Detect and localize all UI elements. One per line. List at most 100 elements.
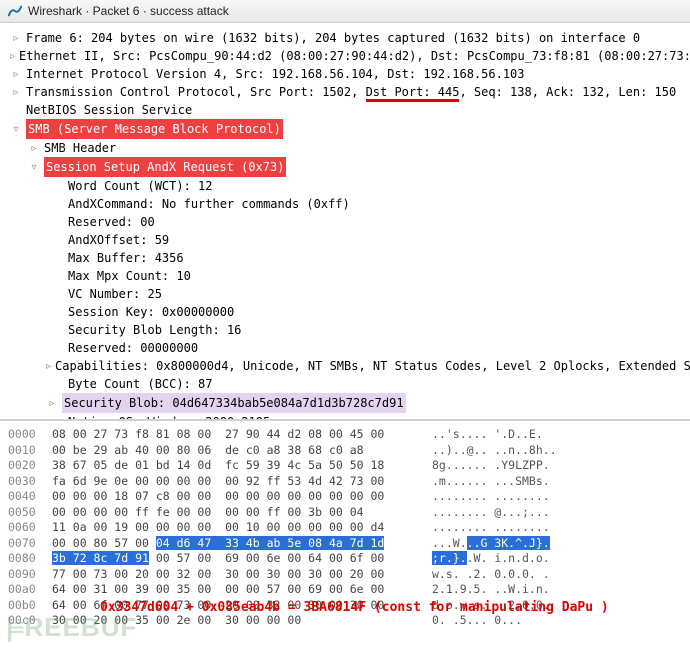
tree-label: Max Buffer: 4356 — [68, 249, 184, 267]
hex-bytes: 64 00 31 00 39 00 35 00 00 00 57 00 69 0… — [52, 582, 422, 598]
hex-bytes: 3b 72 8c 7d 91 00 57 00 69 00 6e 00 64 0… — [52, 551, 422, 567]
tree-label: Session Setup AndX Request (0x73) — [44, 157, 286, 177]
tree-row[interactable]: ▹ Transmission Control Protocol, Src Port… — [10, 83, 686, 101]
expander-icon[interactable]: ▿ — [10, 122, 22, 137]
expander-icon[interactable]: ▹ — [28, 141, 40, 156]
tree-row[interactable]: ▹ SMB Header — [10, 139, 686, 157]
tree-row[interactable]: ▹ Security Blob: 04d647334bab5e084a7d1d3b… — [10, 393, 686, 413]
tree-label: Native OS: Windows 2000 2195 — [68, 413, 270, 421]
tree-label: Ethernet II, Src: PcsCompu_90:44:d2 (08:… — [19, 47, 690, 65]
expander-icon[interactable]: ▹ — [46, 359, 51, 374]
tree-label: AndXOffset: 59 — [68, 231, 169, 249]
hex-offset: 0030 — [8, 474, 42, 490]
hex-row[interactable]: 0030 fa 6d 9e 0e 00 00 00 00 00 92 ff 53 … — [8, 474, 682, 490]
titlebar: Wireshark · Packet 6 · success attack — [0, 0, 690, 23]
expander-icon[interactable]: ▿ — [28, 160, 40, 175]
hex-bytes: 00 00 80 57 00 04 d6 47 33 4b ab 5e 08 4… — [52, 536, 422, 552]
tree-row[interactable]: ▹Capabilities: 0x800000d4, Unicode, NT S… — [10, 357, 686, 375]
tree-row[interactable]: VC Number: 25 — [10, 285, 686, 303]
hex-offset: 00b0 — [8, 598, 42, 614]
hex-bytes: 77 00 73 00 20 00 32 00 30 00 30 00 30 0… — [52, 567, 422, 583]
tree-row[interactable]: Reserved: 00000000 — [10, 339, 686, 357]
tree-label: Max Mpx Count: 10 — [68, 267, 191, 285]
expander-icon[interactable]: ▹ — [10, 67, 22, 82]
packet-details-tree[interactable]: ▹ Frame 6: 204 bytes on wire (1632 bits),… — [0, 23, 690, 421]
hex-bytes: 00 be 29 ab 40 00 80 06 de c0 a8 38 68 c… — [52, 443, 422, 459]
tree-label: Byte Count (BCC): 87 — [68, 375, 213, 393]
hex-ascii: ........ ........ — [432, 520, 550, 536]
tree-label: Transmission Control Protocol, Src Port:… — [26, 83, 676, 101]
tree-label: SMB Header — [44, 139, 116, 157]
tree-row[interactable]: Security Blob Length: 16 — [10, 321, 686, 339]
hex-offset: 0060 — [8, 520, 42, 536]
hex-row[interactable]: 0040 00 00 00 18 07 c8 00 00 00 00 00 00 … — [8, 489, 682, 505]
hex-row[interactable]: 0060 11 0a 00 19 00 00 00 00 00 10 00 00 … — [8, 520, 682, 536]
hex-ascii: 2.1.9.5. ..W.i.n. — [432, 582, 550, 598]
tree-row[interactable]: Byte Count (BCC): 87 — [10, 375, 686, 393]
tree-label: Security Blob Length: 16 — [68, 321, 241, 339]
hex-bytes: 08 00 27 73 f8 81 08 00 27 90 44 d2 08 0… — [52, 427, 422, 443]
tree-row[interactable]: AndXOffset: 59 — [10, 231, 686, 249]
hex-row[interactable]: 00a0 64 00 31 00 39 00 35 00 00 00 57 00 … — [8, 582, 682, 598]
tree-row[interactable]: ▹ Internet Protocol Version 4, Src: 192.1… — [10, 65, 686, 83]
hex-bytes: 00 00 00 18 07 c8 00 00 00 00 00 00 00 0… — [52, 489, 422, 505]
tree-row[interactable]: Reserved: 00 — [10, 213, 686, 231]
tree-row[interactable]: Native OS: Windows 2000 2195 — [10, 413, 686, 421]
tree-row[interactable]: Session Key: 0x00000000 — [10, 303, 686, 321]
hex-ascii: ..'s.... '.D..E. — [432, 427, 543, 443]
hex-row[interactable]: 0080 3b 72 8c 7d 91 00 57 00 69 00 6e 00 … — [8, 551, 682, 567]
tree-row[interactable]: Max Buffer: 4356 — [10, 249, 686, 267]
hex-bytes: 11 0a 00 19 00 00 00 00 00 10 00 00 00 0… — [52, 520, 422, 536]
tree-row[interactable]: ▹ Frame 6: 204 bytes on wire (1632 bits),… — [10, 29, 686, 47]
tree-label: SMB (Server Message Block Protocol) — [26, 119, 283, 139]
hex-offset: 0020 — [8, 458, 42, 474]
tree-row[interactable]: ▿ Session Setup AndX Request (0x73) — [10, 157, 686, 177]
tree-label: Internet Protocol Version 4, Src: 192.16… — [26, 65, 525, 83]
tree-label: Frame 6: 204 bytes on wire (1632 bits), … — [26, 29, 640, 47]
tree-label: Security Blob: 04d647334bab5e084a7d1d3b7… — [62, 393, 406, 413]
hex-bytes: 38 67 05 de 01 bd 14 0d fc 59 39 4c 5a 5… — [52, 458, 422, 474]
hex-bytes: 00 00 00 00 ff fe 00 00 00 00 ff 00 3b 0… — [52, 505, 422, 521]
tree-row[interactable]: NetBIOS Session Service — [10, 101, 686, 119]
hex-row[interactable]: 0050 00 00 00 00 ff fe 00 00 00 00 ff 00 … — [8, 505, 682, 521]
expander-icon[interactable]: ▹ — [10, 49, 15, 64]
formula-annotation: 0x3347d604 + 0x085eab4b = 3BA6814F (cons… — [100, 600, 609, 615]
tree-row[interactable]: ▿ SMB (Server Message Block Protocol) — [10, 119, 686, 139]
hex-ascii: ........ @...;... — [432, 505, 550, 521]
tree-row[interactable]: Max Mpx Count: 10 — [10, 267, 686, 285]
hex-offset: 0070 — [8, 536, 42, 552]
hex-offset: 0090 — [8, 567, 42, 583]
hex-ascii: 0. .5... 0... — [432, 613, 522, 629]
tree-row[interactable]: AndXCommand: No further commands (0xff) — [10, 195, 686, 213]
hex-offset: 0010 — [8, 443, 42, 459]
tree-row[interactable]: ▹Ethernet II, Src: PcsCompu_90:44:d2 (08… — [10, 47, 686, 65]
hex-row[interactable]: 0020 38 67 05 de 01 bd 14 0d fc 59 39 4c … — [8, 458, 682, 474]
expander-icon[interactable]: ▹ — [46, 396, 58, 411]
expander-icon[interactable]: ▹ — [10, 85, 22, 100]
window-title: Wireshark · Packet 6 · success attack — [28, 4, 229, 18]
hex-offset: 00a0 — [8, 582, 42, 598]
tree-label: VC Number: 25 — [68, 285, 162, 303]
tree-label: Capabilities: 0x800000d4, Unicode, NT SM… — [55, 357, 690, 375]
hex-offset: 0050 — [8, 505, 42, 521]
watermark: |≡REEBUF — [6, 612, 137, 643]
wireshark-icon — [8, 4, 22, 18]
hex-row[interactable]: 0000 08 00 27 73 f8 81 08 00 27 90 44 d2 … — [8, 427, 682, 443]
hex-bytes: fa 6d 9e 0e 00 00 00 00 00 92 ff 53 4d 4… — [52, 474, 422, 490]
hex-offset: 0080 — [8, 551, 42, 567]
hex-offset: 0000 — [8, 427, 42, 443]
hex-offset: 0040 — [8, 489, 42, 505]
tree-label: NetBIOS Session Service — [26, 101, 192, 119]
hex-row[interactable]: 0070 00 00 80 57 00 04 d6 47 33 4b ab 5e … — [8, 536, 682, 552]
tree-label: Reserved: 00 — [68, 213, 155, 231]
expander-icon[interactable]: ▹ — [10, 31, 22, 46]
tree-row[interactable]: Word Count (WCT): 12 — [10, 177, 686, 195]
hex-ascii: ;r.}..W. i.n.d.o. — [432, 551, 550, 567]
hex-row[interactable]: 0010 00 be 29 ab 40 00 80 06 de c0 a8 38 … — [8, 443, 682, 459]
hex-ascii: 8g...... .Y9LZPP. — [432, 458, 550, 474]
hex-ascii: w.s. .2. 0.0.0. . — [432, 567, 550, 583]
tree-label: Reserved: 00000000 — [68, 339, 198, 357]
hex-ascii: .m...... ...SMBs. — [432, 474, 550, 490]
hex-row[interactable]: 0090 77 00 73 00 20 00 32 00 30 00 30 00 … — [8, 567, 682, 583]
tree-label: Session Key: 0x00000000 — [68, 303, 234, 321]
